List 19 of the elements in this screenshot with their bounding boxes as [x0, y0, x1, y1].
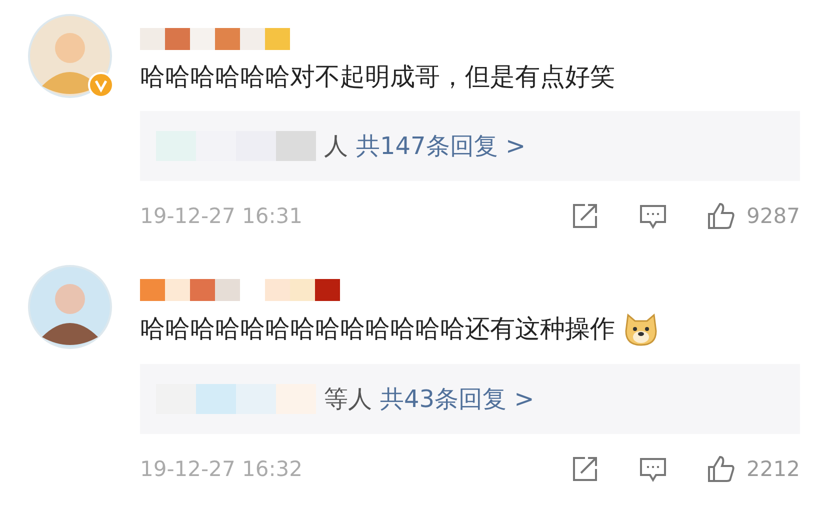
comment-text: 哈哈哈哈哈哈哈哈哈哈哈哈哈还有这种操作: [140, 313, 615, 345]
comment-icon[interactable]: [638, 202, 667, 230]
repliers-suffix: 等人: [324, 384, 372, 415]
timestamp: 19-12-27 16:32: [140, 457, 304, 481]
comment-icon[interactable]: [638, 455, 667, 483]
replies-preview[interactable]: 等人 共43条回复 >: [140, 364, 800, 434]
comment-text: 哈哈哈哈哈哈对不起明成哥，但是有点好笑: [140, 61, 615, 93]
like-count: 2212: [746, 457, 800, 481]
timestamp: 19-12-27 16:31: [140, 204, 304, 228]
share-icon[interactable]: [570, 202, 599, 230]
avatar[interactable]: [28, 265, 112, 349]
view-replies-link[interactable]: 共147条回复 >: [356, 130, 526, 162]
view-replies-link[interactable]: 共43条回复 >: [380, 383, 534, 415]
like-count: 9287: [746, 204, 800, 228]
share-icon[interactable]: [570, 455, 599, 483]
thumbs-up-icon[interactable]: [706, 202, 735, 230]
thumbs-up-icon[interactable]: [706, 455, 735, 483]
repliers-suffix: 人: [324, 131, 348, 162]
replies-preview[interactable]: 人 共147条回复 >: [140, 111, 800, 181]
